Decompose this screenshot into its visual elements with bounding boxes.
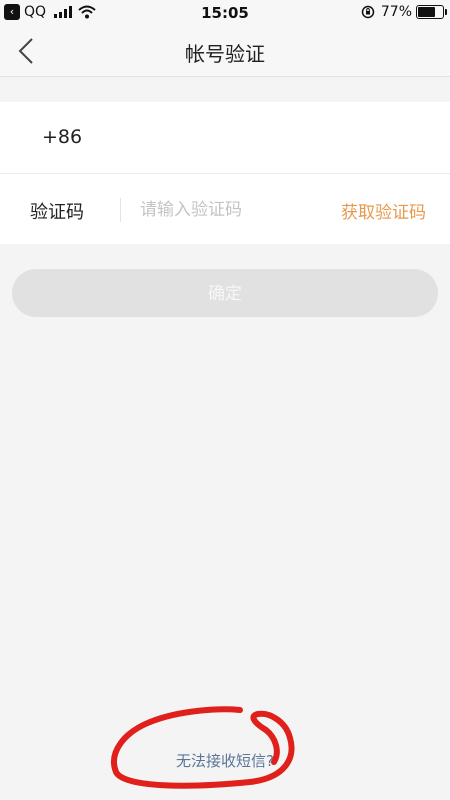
battery-cap [445,9,447,15]
phone-row: +86 [0,102,450,173]
status-right: 77% [361,4,447,20]
account-verification-screen: ‹ QQ 15:05 77% 帐号验证 +86 验证码 请输入验证码 获取验证码… [0,0,450,800]
verification-code-input[interactable] [138,192,322,228]
code-label: 验证码 [30,202,84,223]
verification-form: +86 验证码 获取验证码 [0,102,450,244]
battery-percent: 77% [380,4,412,20]
rotation-lock-icon [361,5,375,19]
page-title: 帐号验证 [185,42,265,66]
navigation-bar: 帐号验证 [0,26,450,77]
cannot-receive-sms-link[interactable]: 无法接收短信? [0,750,450,771]
confirm-button[interactable]: 确定 [12,269,438,317]
status-bar: ‹ QQ 15:05 77% [0,0,450,26]
code-row: 验证码 获取验证码 [0,173,450,245]
battery-fill [418,7,435,17]
red-annotation-circle [111,706,295,789]
battery-icon [416,5,447,19]
phone-number-field[interactable] [110,120,414,156]
field-divider [120,198,121,222]
get-code-button[interactable]: 获取验证码 [341,198,426,223]
country-code[interactable]: +86 [42,126,82,148]
